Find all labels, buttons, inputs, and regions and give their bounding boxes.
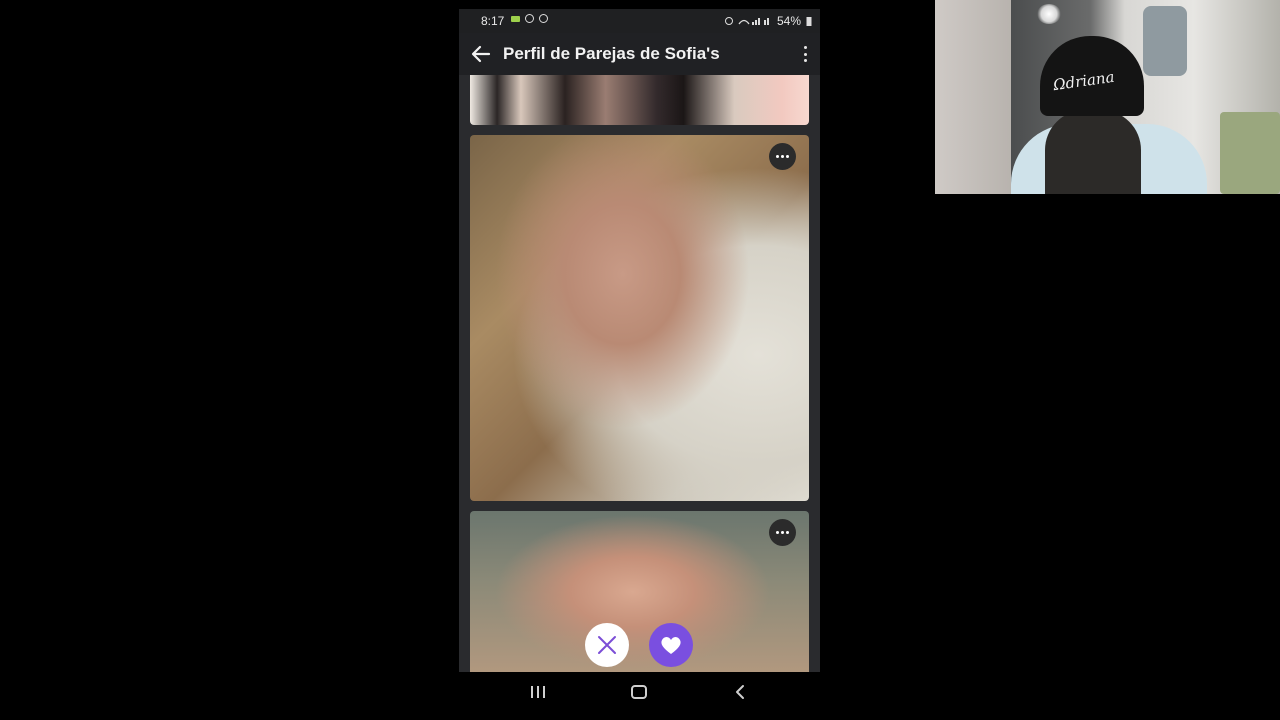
- more-vertical-icon: [803, 52, 807, 56]
- arrow-left-icon: [471, 45, 491, 63]
- alarm-icon: [724, 17, 733, 25]
- profile-photo-list[interactable]: [459, 75, 820, 672]
- profile-photo[interactable]: [470, 135, 809, 501]
- hanging-hoodie: [1143, 6, 1187, 76]
- profile-photo[interactable]: [470, 511, 809, 672]
- recents-icon: [531, 686, 545, 698]
- notification-icon: [539, 14, 548, 23]
- profile-photo[interactable]: [470, 75, 809, 125]
- dislike-button[interactable]: [585, 623, 629, 667]
- nav-back-button[interactable]: [728, 682, 752, 702]
- more-horizontal-icon: [786, 531, 789, 534]
- more-horizontal-icon: [786, 155, 789, 158]
- heart-icon: [661, 637, 681, 654]
- photo-options-button[interactable]: [769, 519, 796, 546]
- status-right: 54%: [724, 14, 812, 28]
- app-bar: Perfil de Parejas de Sofia's: [459, 33, 820, 75]
- webcam-overlay: Ωdriana: [935, 0, 1280, 194]
- status-left-icons: [511, 14, 548, 23]
- more-vertical-icon: [803, 46, 807, 49]
- home-icon: [631, 685, 647, 699]
- more-horizontal-icon: [781, 155, 784, 158]
- notification-icon: [525, 14, 534, 23]
- close-icon: [598, 636, 616, 654]
- battery-icon: [806, 17, 812, 26]
- more-horizontal-icon: [781, 531, 784, 534]
- notification-icon: [511, 15, 520, 22]
- signal-icon: [738, 18, 769, 25]
- person-face: [1045, 110, 1141, 194]
- more-horizontal-icon: [776, 155, 779, 158]
- more-options-button[interactable]: [802, 46, 808, 62]
- photo-options-button[interactable]: [769, 143, 796, 170]
- like-button[interactable]: [649, 623, 693, 667]
- back-button[interactable]: [469, 42, 493, 66]
- status-time: 8:17: [481, 14, 505, 28]
- recents-button[interactable]: [526, 682, 550, 702]
- system-navigation-bar: [459, 672, 820, 712]
- background-chair: [1220, 112, 1280, 194]
- more-horizontal-icon: [776, 531, 779, 534]
- phone-screen: 8:17 54% Perfil de Parejas de Sofia's: [459, 9, 820, 672]
- home-button[interactable]: [627, 682, 651, 702]
- more-vertical-icon: [803, 59, 807, 62]
- battery-percent: 54%: [776, 14, 801, 28]
- page-title: Perfil de Parejas de Sofia's: [503, 44, 720, 63]
- chevron-left-icon: [736, 685, 744, 699]
- ceiling-light: [1037, 4, 1061, 24]
- status-bar: 8:17 54%: [459, 9, 820, 33]
